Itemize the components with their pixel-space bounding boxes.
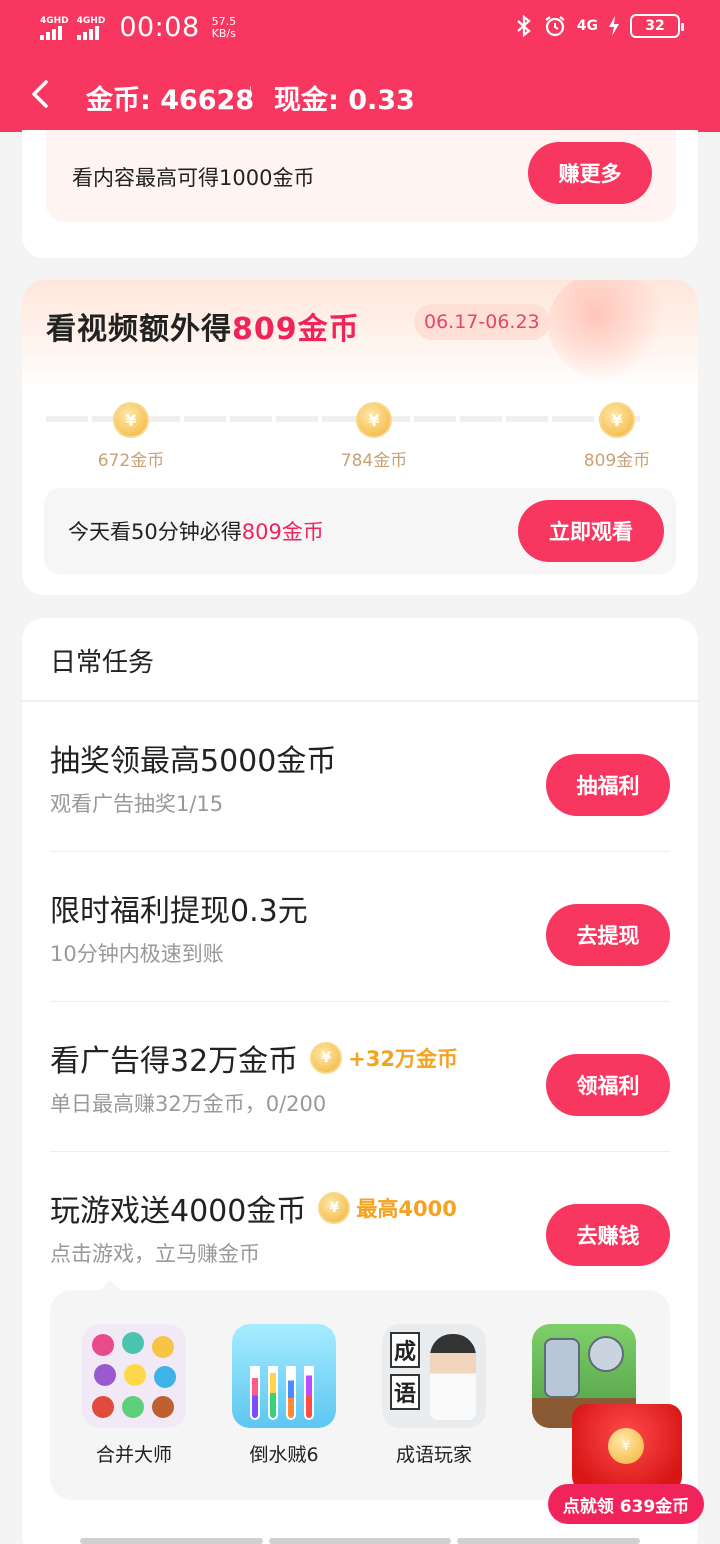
coin-icon: ¥: [318, 1192, 351, 1224]
merge-game-icon: [82, 1324, 186, 1428]
battery-icon: 32: [630, 14, 684, 38]
coin-icon: ¥: [113, 402, 149, 438]
floating-gift-button[interactable]: ¥ 点就领 639金币: [548, 1394, 704, 1526]
signal-bars-icon: [40, 25, 62, 40]
watch-today-bar: 今天看50分钟必得809金币 立即观看: [44, 488, 676, 574]
chevron-left-icon: [32, 80, 48, 108]
nav-bar: 金币: 46628 现金: 0.33: [0, 60, 720, 130]
task-subtitle: 观看广告抽奖1/15: [50, 792, 224, 816]
milestone: ¥ 672金币: [76, 402, 186, 471]
game-name: 倒水贼6: [249, 1444, 319, 1466]
video-bonus-card: 看视频额外得809金币 06.17-06.23 ¥ 672金币 ¥ 784金币 …: [22, 280, 698, 595]
task-title: 看广告得32万金币 ¥ +32万金币: [50, 1036, 458, 1080]
coin-icon: ¥: [599, 402, 635, 438]
watch-now-button[interactable]: 立即观看: [518, 500, 664, 562]
milestone-label: 809金币: [583, 451, 651, 471]
earn-more-button[interactable]: 赚更多: [528, 142, 652, 204]
task-subtitle: 单日最高赚32万金币，0/200: [50, 1092, 327, 1116]
screw-shape: [544, 1338, 580, 1398]
claim-benefit-button[interactable]: 领福利: [546, 1054, 670, 1116]
watch-content-banner: 看内容最高可得1000金币 赚更多: [46, 130, 676, 222]
net-speed-unit: KB/s: [211, 26, 236, 40]
alarm-icon: [545, 16, 565, 37]
task-title-text: 抽奖领最高5000金币: [50, 744, 337, 779]
idiom-char: 成: [390, 1332, 420, 1368]
coin-icon: ¥: [356, 402, 392, 438]
status-bar: 4GHD 4GHD 00:08 57.5 KB/s 4G 32: [0, 0, 720, 56]
net-speed: 57.5 KB/s: [211, 14, 237, 40]
idiom-char: 语: [390, 1374, 420, 1410]
milestone: ¥ 784金币: [319, 402, 429, 471]
lottery-button[interactable]: 抽福利: [546, 754, 670, 816]
daily-tasks-title: 日常任务: [50, 648, 155, 678]
game-item[interactable]: 倒水贼6: [224, 1324, 344, 1467]
task-item: 限时福利提现0.3元 10分钟内极速到账 去提现: [50, 852, 670, 1002]
game-item[interactable]: 成 语 成语玩家: [374, 1324, 494, 1467]
reward-text: +32万金币: [348, 1047, 459, 1071]
task-item: 抽奖领最高5000金币 观看广告抽奖1/15 抽福利: [50, 702, 670, 852]
cash-balance: 现金: 0.33: [274, 85, 415, 116]
status-left: 4GHD 4GHD 00:08 57.5 KB/s: [40, 12, 236, 43]
game-item[interactable]: 合并大师: [74, 1324, 194, 1467]
task-title-text: 看广告得32万金币: [50, 1044, 299, 1079]
task-title: 限时福利提现0.3元: [50, 886, 308, 930]
earn-money-button[interactable]: 去赚钱: [546, 1204, 670, 1266]
video-bonus-title-prefix: 看视频额外得: [46, 312, 232, 347]
charging-icon: [609, 16, 619, 36]
task-title-text: 限时福利提现0.3元: [50, 894, 308, 929]
game-name: 成语玩家: [395, 1444, 472, 1466]
battery-level: 32: [645, 18, 665, 34]
date-range-badge: 06.17-06.23: [414, 304, 550, 340]
withdraw-button[interactable]: 去提现: [546, 904, 670, 966]
task-subtitle: 点击游戏，立马赚金币: [50, 1242, 260, 1266]
watch-content-text: 看内容最高可得1000金币: [72, 166, 315, 190]
task-item: 看广告得32万金币 ¥ +32万金币 单日最高赚32万金币，0/200 领福利: [50, 1002, 670, 1152]
coin-icon: ¥: [310, 1042, 343, 1074]
signal-1-label: 4GHD: [40, 15, 69, 26]
coin-icon: ¥: [608, 1428, 644, 1464]
water-sort-game-icon: [232, 1324, 336, 1428]
reward-text: 最高4000: [356, 1197, 457, 1221]
network-4g-label: 4G: [576, 18, 598, 34]
signal-2-label: 4GHD: [76, 15, 106, 26]
signal-1: 4GHD: [40, 16, 69, 40]
gift-label: 点就领 639金币: [548, 1484, 704, 1524]
net-speed-value: 57.5: [211, 14, 237, 28]
bolt-shape: [588, 1336, 624, 1372]
watch-today-prefix: 今天看50分钟必得: [68, 520, 242, 544]
video-bonus-title-amount: 809金币: [232, 312, 360, 347]
watch-today-text: 今天看50分钟必得809金币: [68, 516, 324, 546]
reward-tag: ¥ 最高4000: [318, 1192, 457, 1224]
game-name: 合并大师: [95, 1444, 172, 1466]
header: 4GHD 4GHD 00:08 57.5 KB/s 4G 32 金币: 4662…: [0, 0, 720, 132]
reward-tag: ¥ +32万金币: [310, 1042, 458, 1074]
task-title: 玩游戏送4000金币 ¥ 最高4000: [50, 1186, 457, 1230]
task-subtitle: 10分钟内极速到账: [50, 942, 224, 966]
task-item: 玩游戏送4000金币 ¥ 最高4000 点击游戏，立马赚金币 去赚钱: [50, 1152, 670, 1302]
nav-divider: [250, 86, 251, 106]
coin-balance: 金币: 46628: [86, 85, 255, 116]
back-button[interactable]: [22, 76, 58, 112]
bluetooth-icon: [517, 14, 531, 38]
task-title-text: 玩游戏送4000金币: [50, 1194, 307, 1229]
status-right: 4G 32: [515, 14, 684, 38]
milestone-label: 784金币: [340, 451, 408, 471]
watch-today-amount: 809金币: [241, 520, 324, 544]
watch-content-card: 看内容最高可得1000金币 赚更多: [22, 130, 698, 258]
bottom-tabs-edge: [80, 1538, 641, 1544]
milestone: ¥ 809金币: [562, 402, 672, 471]
milestone-label: 672金币: [97, 451, 165, 471]
status-time: 00:08: [119, 12, 200, 43]
scholar-figure: [430, 1334, 476, 1420]
signal-bars-icon: [76, 25, 99, 40]
video-bonus-title: 看视频额外得809金币: [46, 304, 360, 348]
task-title: 抽奖领最高5000金币: [50, 736, 336, 780]
signal-2: 4GHD: [76, 15, 106, 40]
idiom-game-icon: 成 语: [382, 1324, 486, 1428]
